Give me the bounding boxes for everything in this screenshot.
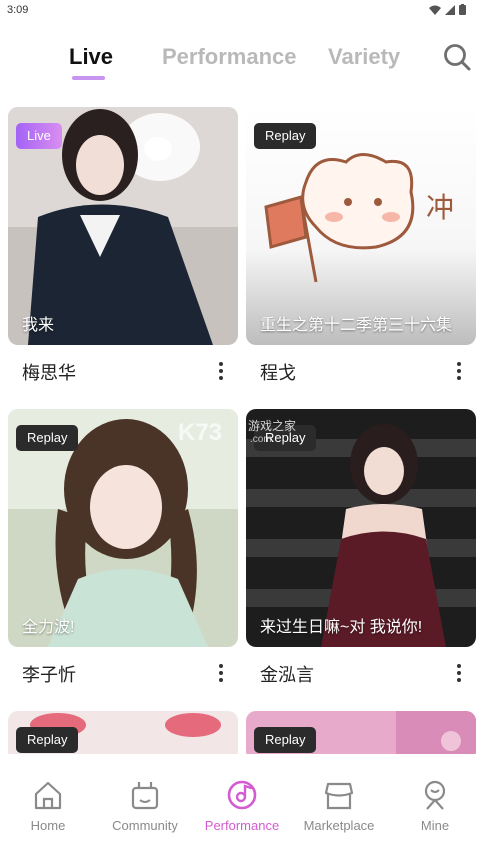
stream-thumbnail[interactable]: 冲 Replay 重生之第十二季第三十六集 (246, 107, 476, 345)
streamer-name: 李子忻 (22, 665, 76, 685)
more-options-icon[interactable] (451, 662, 467, 684)
stream-thumbnail[interactable]: Live 我来 (8, 107, 238, 345)
streamer-name: 金泓言 (260, 665, 314, 685)
stream-card[interactable]: Replay 来过生日嘛~对 我说你! 金泓言 (246, 409, 476, 699)
nav-label-mine: Mine (420, 818, 450, 833)
more-options-icon[interactable] (213, 662, 229, 684)
replay-badge: Replay (16, 425, 79, 451)
more-options-icon[interactable] (451, 360, 467, 382)
nav-item-performance[interactable]: Performance (197, 778, 287, 833)
streamer-name: 梅思华 (22, 363, 76, 383)
performance-icon (227, 780, 257, 810)
nav-label-marketplace: Marketplace (303, 818, 375, 833)
status-icons (429, 4, 466, 15)
stream-card[interactable]: Live 我来 梅思华 (8, 107, 238, 397)
signal-icon (445, 4, 455, 15)
tab-live[interactable]: Live (69, 44, 113, 70)
search-icon[interactable] (442, 42, 472, 72)
card-caption: 来过生日嘛~对 我说你! (260, 619, 423, 636)
nav-item-mine[interactable]: Mine (390, 778, 480, 833)
top-tab-bar: Live Performance Variety (0, 30, 484, 90)
svg-text:游戏之家: 游戏之家 (248, 418, 296, 433)
replay-badge: Replay (254, 123, 317, 149)
nav-item-community[interactable]: Community (100, 778, 190, 833)
tab-performance[interactable]: Performance (162, 44, 297, 70)
nav-label-performance: Performance (204, 818, 280, 833)
replay-badge: Replay (254, 727, 317, 753)
card-caption: 全力波! (22, 619, 75, 636)
streamer-name: 程戈 (260, 363, 296, 383)
marketplace-icon (324, 782, 354, 810)
svg-text:K73: K73 (178, 419, 222, 446)
more-options-icon[interactable] (213, 360, 229, 382)
status-bar: 3:09 (0, 0, 484, 22)
bottom-navigation: Home Community Performance Marketplace M… (0, 754, 484, 860)
status-time: 3:09 (7, 4, 29, 16)
live-badge: Live (16, 123, 62, 149)
nav-item-home[interactable]: Home (3, 778, 93, 833)
svg-text:.com: .com (250, 434, 272, 445)
card-caption: 重生之第十二季第三十六集 (260, 317, 453, 334)
card-caption: 我来 (22, 317, 55, 334)
home-icon (34, 781, 62, 810)
watermark-logo: K73 游戏之家 .com (178, 418, 296, 446)
nav-label-community: Community (112, 818, 178, 833)
tab-variety[interactable]: Variety (328, 44, 400, 70)
active-tab-indicator (72, 76, 105, 80)
stream-card[interactable]: 冲 Replay 重生之第十二季第三十六集 程戈 (246, 107, 476, 397)
nav-item-marketplace[interactable]: Marketplace (294, 778, 384, 833)
community-icon (131, 782, 159, 810)
replay-badge: Replay (16, 727, 79, 753)
mine-icon (424, 780, 446, 810)
artwork-text: 冲 (426, 191, 454, 224)
battery-icon (459, 4, 466, 15)
nav-label-home: Home (30, 818, 66, 833)
wifi-icon (429, 5, 441, 15)
stream-card[interactable]: Replay 全力波! 李子忻 (8, 409, 238, 699)
